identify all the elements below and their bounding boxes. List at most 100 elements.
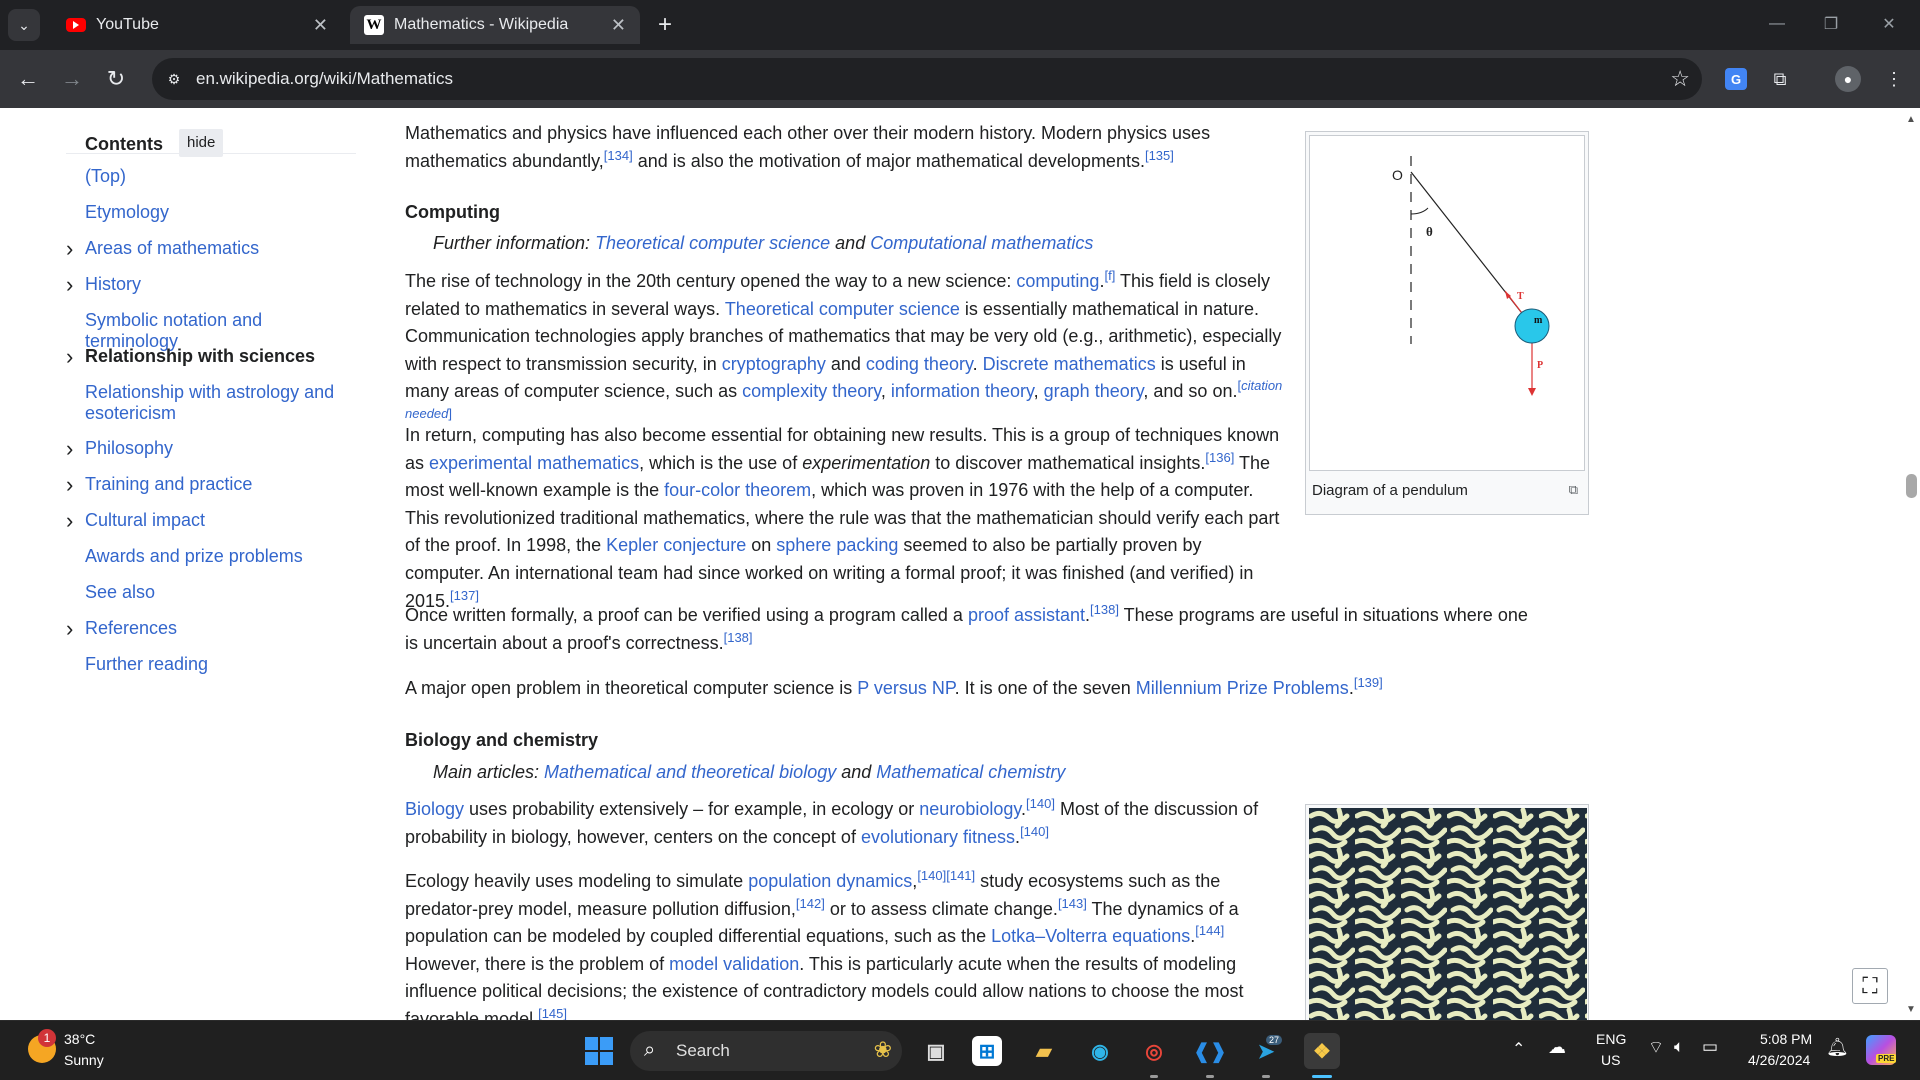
link[interactable]: Kepler conjecture xyxy=(606,535,746,555)
reference[interactable]: [140] xyxy=(1020,824,1049,839)
reference[interactable]: [138] xyxy=(724,630,753,645)
reference[interactable]: [140][141] xyxy=(917,868,975,883)
wifi-icon[interactable]: ⌔ xyxy=(1648,1037,1664,1058)
reload-button[interactable]: ↻ xyxy=(100,63,132,95)
link[interactable]: neurobiology xyxy=(919,799,1021,819)
volume-icon[interactable]: 🔈︎ xyxy=(1674,1037,1684,1057)
reference[interactable]: [135] xyxy=(1145,148,1174,163)
chevron-right-icon[interactable]: › xyxy=(66,508,73,534)
link[interactable]: Mathematical and theoretical biology xyxy=(544,762,836,782)
reference[interactable]: [134] xyxy=(604,148,633,163)
back-button[interactable]: ← xyxy=(12,63,44,95)
link[interactable]: Millennium Prize Problems xyxy=(1136,678,1349,698)
reference[interactable]: [137] xyxy=(450,588,479,603)
weather-condition[interactable]: Sunny xyxy=(64,1052,104,1068)
file-explorer-icon[interactable]: ▰ xyxy=(1026,1033,1062,1069)
extensions-icon[interactable]: ⧉ xyxy=(1766,65,1794,93)
url-text[interactable]: en.wikipedia.org/wiki/Mathematics xyxy=(196,69,453,89)
reference[interactable]: [f] xyxy=(1104,268,1115,283)
toc-item-link[interactable]: (Top) xyxy=(85,166,355,187)
link[interactable]: coding theory xyxy=(866,354,973,374)
menu-icon[interactable]: ⋮ xyxy=(1880,65,1908,93)
enlarge-icon[interactable]: ⧉ xyxy=(1569,482,1578,498)
toc-item-link[interactable]: Relationship with astrology and esoteric… xyxy=(85,382,355,424)
tab-wikipedia[interactable]: W Mathematics - Wikipedia ✕ xyxy=(350,6,640,44)
restore-button[interactable]: ❐ xyxy=(1808,8,1854,40)
link[interactable]: Lotka–Volterra equations xyxy=(991,926,1190,946)
minimize-button[interactable]: — xyxy=(1754,8,1800,40)
toc-item-link[interactable]: History xyxy=(85,274,355,295)
link[interactable]: experimental mathematics xyxy=(429,453,639,473)
start-button[interactable] xyxy=(585,1037,613,1065)
reference[interactable]: [138] xyxy=(1090,602,1119,617)
reference[interactable]: [139] xyxy=(1354,675,1383,690)
toc-item-link[interactable]: Areas of mathematics xyxy=(85,238,355,259)
toc-item-link[interactable]: Further reading xyxy=(85,654,355,675)
toc-item-link[interactable]: See also xyxy=(85,582,355,603)
notification-bell-icon[interactable]: 🔔︎ xyxy=(1826,1037,1849,1058)
link[interactable]: evolutionary fitness xyxy=(861,827,1015,847)
scroll-up-arrow[interactable]: ▲ xyxy=(1906,114,1916,125)
scroll-down-arrow[interactable]: ▼ xyxy=(1906,1004,1916,1015)
pendulum-diagram[interactable]: O θ T P m xyxy=(1309,135,1585,471)
language-code[interactable]: ENG xyxy=(1596,1031,1626,1047)
weather-temperature[interactable]: 38°C xyxy=(64,1031,95,1047)
tab-youtube[interactable]: YouTube ✕ xyxy=(52,6,342,44)
taskbar-search[interactable]: ⌕ Search ❀ xyxy=(630,1031,902,1071)
link[interactable]: Discrete mathematics xyxy=(983,354,1156,374)
onedrive-icon[interactable]: ☁ xyxy=(1548,1037,1566,1058)
toc-item-link[interactable]: Relationship with sciences xyxy=(85,346,355,367)
forward-button[interactable]: → xyxy=(56,63,88,95)
link[interactable]: model validation xyxy=(669,954,799,974)
toc-hide-button[interactable]: hide xyxy=(179,129,224,157)
toc-item-link[interactable]: Training and practice xyxy=(85,474,355,495)
link[interactable]: Mathematical chemistry xyxy=(876,762,1065,782)
close-window-button[interactable]: ✕ xyxy=(1866,8,1912,40)
reference[interactable]: [142] xyxy=(796,896,825,911)
link[interactable]: four-color theorem xyxy=(664,480,811,500)
chevron-right-icon[interactable]: › xyxy=(66,472,73,498)
site-info-icon[interactable]: ⚙ xyxy=(164,69,184,89)
link[interactable]: graph theory xyxy=(1044,381,1144,401)
chevron-right-icon[interactable]: › xyxy=(66,272,73,298)
link[interactable]: P versus NP xyxy=(857,678,954,698)
chevron-right-icon[interactable]: › xyxy=(66,236,73,262)
scrollbar-thumb[interactable] xyxy=(1906,474,1917,498)
tab-search-button[interactable]: ⌄ xyxy=(8,9,40,41)
turing-pattern-image[interactable] xyxy=(1309,808,1587,1020)
link[interactable]: computing xyxy=(1016,271,1099,291)
link[interactable]: information theory xyxy=(891,381,1034,401)
reference[interactable]: [144] xyxy=(1195,923,1224,938)
profile-avatar[interactable]: ● xyxy=(1834,65,1862,93)
address-bar[interactable]: ⚙ en.wikipedia.org/wiki/Mathematics ☆ xyxy=(152,58,1702,100)
chevron-right-icon[interactable]: › xyxy=(66,436,73,462)
chrome-icon[interactable]: ◎ xyxy=(1136,1033,1172,1069)
reference[interactable]: [145] xyxy=(538,1006,567,1020)
task-view-icon[interactable]: ▣ xyxy=(918,1033,954,1069)
new-tab-button[interactable]: + xyxy=(650,10,680,40)
page-scrollbar[interactable]: ▲ ▼ xyxy=(1902,108,1920,1020)
microsoft-store-icon[interactable]: ⊞ xyxy=(972,1036,1002,1066)
link[interactable]: complexity theory xyxy=(742,381,881,401)
bookmark-star-icon[interactable]: ☆ xyxy=(1670,66,1690,92)
link[interactable]: Computational mathematics xyxy=(870,233,1093,253)
toc-item-link[interactable]: Etymology xyxy=(85,202,355,223)
fullscreen-button[interactable]: ⛶ xyxy=(1852,968,1888,1004)
link[interactable]: cryptography xyxy=(722,354,826,374)
link[interactable]: proof assistant xyxy=(968,605,1085,625)
link[interactable]: Theoretical computer science xyxy=(725,299,960,319)
close-tab-icon[interactable]: ✕ xyxy=(313,15,328,36)
edge-icon[interactable]: ◉ xyxy=(1082,1033,1118,1069)
toc-item-link[interactable]: Cultural impact xyxy=(85,510,355,531)
chevron-right-icon[interactable]: › xyxy=(66,344,73,370)
language-region[interactable]: US xyxy=(1601,1052,1620,1068)
reference[interactable]: [136] xyxy=(1205,450,1234,465)
link[interactable]: Biology xyxy=(405,799,464,819)
toc-item-link[interactable]: References xyxy=(85,618,355,639)
toc-item-link[interactable]: Awards and prize problems xyxy=(85,546,355,567)
battery-icon[interactable]: ▭ xyxy=(1702,1037,1718,1057)
vscode-icon[interactable]: ❰❱ xyxy=(1192,1033,1228,1069)
clock-date[interactable]: 4/26/2024 xyxy=(1748,1052,1810,1068)
link[interactable]: Theoretical computer science xyxy=(595,233,830,253)
link[interactable]: population dynamics xyxy=(748,871,912,891)
